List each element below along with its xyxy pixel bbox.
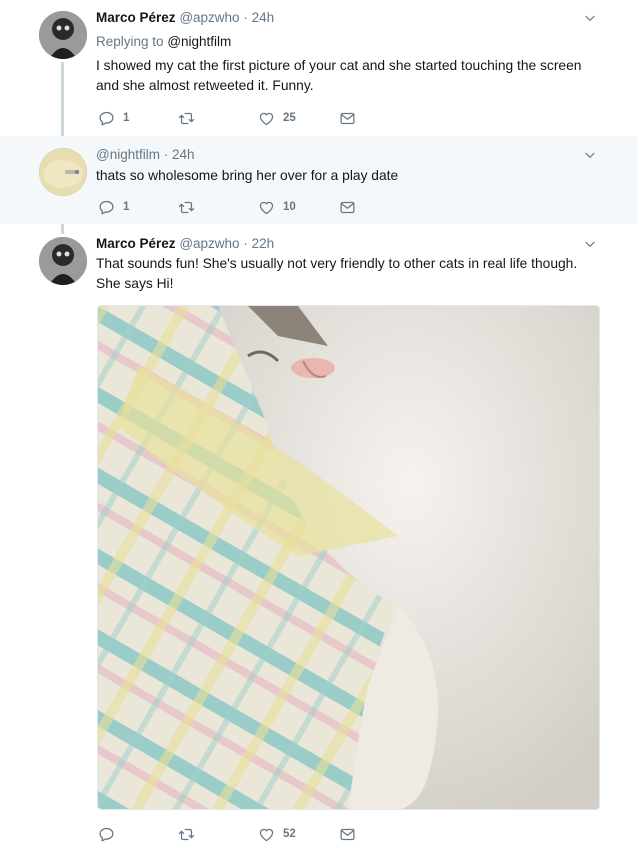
replying-to-label: Replying to <box>96 34 164 49</box>
like-icon <box>258 826 275 843</box>
tweet-text-line: She says Hi! <box>96 276 174 291</box>
retweet-button[interactable] <box>178 108 195 128</box>
tweet-text: I showed my cat the first picture of you… <box>96 56 611 96</box>
chevron-down-icon[interactable] <box>583 237 597 251</box>
separator-dot: · <box>163 147 169 162</box>
tweet-header: Marco Pérez @apzwho · 22h <box>96 236 274 251</box>
separator-dot: · <box>243 10 248 25</box>
direct-message-icon <box>339 110 356 127</box>
direct-message-button[interactable] <box>339 108 356 128</box>
tweet-text: That sounds fun! She's usually not very … <box>96 254 611 294</box>
tweet[interactable]: Marco Pérez @apzwho · 24h Replying to @n… <box>0 0 638 136</box>
reply-icon <box>98 110 115 127</box>
tweet-text-line: I showed my cat the first picture of you… <box>96 58 582 73</box>
retweet-icon <box>178 826 195 843</box>
reply-count: 1 <box>123 201 130 213</box>
timestamp[interactable]: 24h <box>252 10 275 25</box>
direct-message-icon <box>339 199 356 216</box>
tweet-text-line: That sounds fun! She's usually not very … <box>96 256 578 271</box>
cat-photo <box>98 306 599 809</box>
tweet-actions: 1 10 <box>98 197 368 217</box>
tweet-text-line: and she almost retweeted it. Funny. <box>96 78 314 93</box>
tweet[interactable]: @nightfilm · 24h thats so wholesome brin… <box>0 136 638 224</box>
user-handle[interactable]: @apzwho <box>179 10 239 25</box>
display-name[interactable]: Marco Pérez <box>96 10 176 25</box>
replying-to: Replying to @nightfilm <box>96 34 231 49</box>
like-count: 10 <box>283 201 296 213</box>
avatar[interactable] <box>39 148 87 196</box>
retweet-button[interactable] <box>178 197 195 217</box>
avatar-image <box>39 148 87 196</box>
like-count: 25 <box>283 112 296 124</box>
reply-icon <box>98 199 115 216</box>
like-icon <box>258 199 275 216</box>
reply-button[interactable]: 1 <box>98 108 129 128</box>
avatar-image <box>39 237 87 285</box>
like-button[interactable]: 25 <box>258 108 296 128</box>
timestamp[interactable]: 22h <box>252 236 275 251</box>
tweet-header: @nightfilm · 24h <box>96 147 195 162</box>
like-count: 52 <box>283 828 296 840</box>
avatar[interactable] <box>39 237 87 285</box>
like-icon <box>258 110 275 127</box>
reply-icon <box>98 826 115 843</box>
tweet-text-line: thats so wholesome bring her over for a … <box>96 168 399 183</box>
tweet-photo[interactable] <box>97 305 600 810</box>
like-button[interactable]: 52 <box>258 824 296 844</box>
avatar-image <box>39 11 87 59</box>
tweet-text: thats so wholesome bring her over for a … <box>96 166 611 186</box>
user-handle[interactable]: @apzwho <box>179 236 239 251</box>
direct-message-button[interactable] <box>339 197 356 217</box>
retweet-button[interactable] <box>178 824 195 844</box>
user-handle[interactable]: @nightfilm <box>96 147 160 162</box>
tweet-actions: 1 25 <box>98 108 368 128</box>
like-button[interactable]: 10 <box>258 197 296 217</box>
mention-link[interactable]: @nightfilm <box>167 34 231 49</box>
reply-count: 1 <box>123 112 130 124</box>
reply-button[interactable]: 1 <box>98 197 129 217</box>
direct-message-button[interactable] <box>339 824 356 844</box>
retweet-icon <box>178 199 195 216</box>
chevron-down-icon[interactable] <box>583 148 597 162</box>
avatar[interactable] <box>39 11 87 59</box>
chevron-down-icon[interactable] <box>583 11 597 25</box>
tweet-actions: 52 <box>98 824 368 844</box>
display-name[interactable]: Marco Pérez <box>96 236 176 251</box>
reply-button[interactable] <box>98 824 115 844</box>
tweet-header: Marco Pérez @apzwho · 24h <box>96 10 274 25</box>
retweet-icon <box>178 110 195 127</box>
separator-dot: · <box>243 236 248 251</box>
direct-message-icon <box>339 826 356 843</box>
timestamp[interactable]: 24h <box>172 147 195 162</box>
